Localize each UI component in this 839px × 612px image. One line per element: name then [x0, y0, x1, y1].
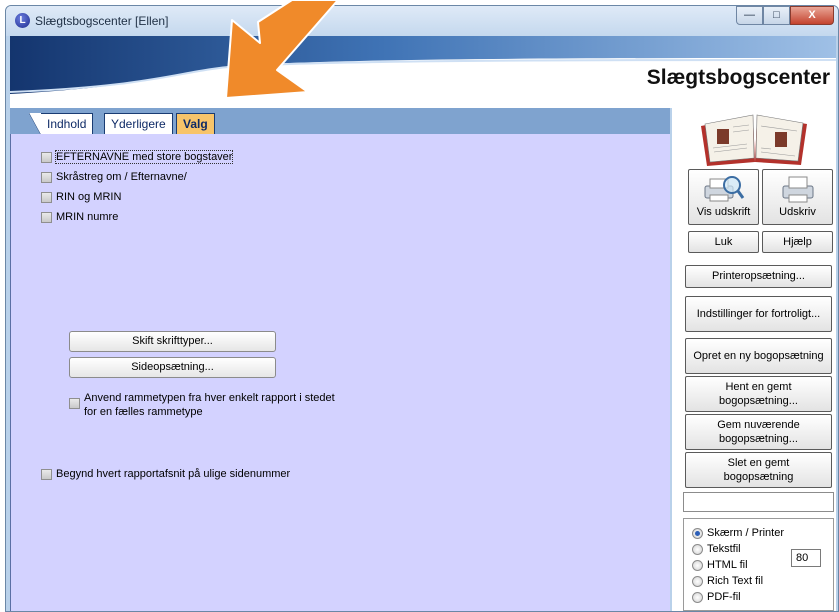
minimize-button[interactable]: —: [736, 6, 763, 25]
checkbox[interactable]: [69, 398, 80, 409]
privacy-settings-button[interactable]: Indstillinger for fortroligt...: [685, 296, 832, 332]
tab-strip: Indhold Yderligere Valg: [10, 108, 670, 135]
radio-button[interactable]: [692, 527, 703, 539]
checkbox[interactable]: [41, 212, 52, 223]
title-bar[interactable]: L Slægtsbogscenter [Ellen] — □ X: [6, 6, 838, 36]
checkbox[interactable]: [41, 192, 52, 203]
radio-html-file[interactable]: HTML fil: [692, 559, 748, 571]
printer-setup-button[interactable]: Printeropsætning...: [685, 265, 832, 288]
status-field: [683, 492, 834, 512]
checkbox-row-rin-mrin[interactable]: RIN og MRIN: [41, 191, 121, 203]
radio-screen-printer[interactable]: Skærm / Printer: [692, 527, 784, 539]
print-label: Udskriv: [779, 206, 816, 218]
caption-buttons: — □ X: [736, 6, 834, 26]
checkbox-row-surnames-caps[interactable]: EFTERNAVNE med store bogstaver: [41, 150, 234, 164]
print-preview-button[interactable]: Vis udskrift: [688, 169, 759, 225]
radio-button[interactable]: [692, 543, 703, 555]
radio-label: Skærm / Printer: [707, 527, 785, 539]
checkbox-label: Begynd hvert rapportafsnit på ulige side…: [56, 468, 291, 480]
radio-button[interactable]: [692, 575, 703, 587]
radio-label: Tekstfil: [707, 543, 741, 555]
checkbox-label: Anvend rammetypen fra hver enkelt rappor…: [84, 392, 335, 418]
width-input[interactable]: [791, 549, 821, 567]
radio-label: HTML fil: [707, 559, 748, 571]
printer-magnifier-icon: [704, 176, 744, 202]
checkbox-label: RIN og MRIN: [56, 191, 122, 203]
load-book-setup-button[interactable]: Hent en gemt bogopsætning...: [685, 376, 832, 412]
print-button[interactable]: Udskriv: [762, 169, 833, 225]
maximize-button[interactable]: □: [763, 6, 790, 25]
delete-book-setup-button[interactable]: Slet en gemt bogopsætning: [685, 452, 832, 488]
radio-button[interactable]: [692, 591, 703, 603]
close-button[interactable]: Luk: [688, 231, 759, 253]
side-pane: Vis udskrift Udskriv Luk Hjælp Printerop…: [672, 108, 836, 611]
checkbox[interactable]: [41, 152, 52, 163]
checkbox[interactable]: [41, 172, 52, 183]
page-setup-button[interactable]: Sideopsætning...: [69, 357, 276, 378]
header-banner: Slægtsbogscenter: [10, 36, 836, 108]
window-title: Slægtsbogscenter [Ellen]: [35, 14, 169, 28]
checkbox-row-odd-page[interactable]: Begynd hvert rapportafsnit på ulige side…: [41, 468, 290, 480]
close-window-button[interactable]: X: [790, 6, 834, 25]
app-icon[interactable]: L: [15, 13, 30, 28]
banner-title: Slægtsbogscenter: [646, 66, 830, 89]
new-book-setup-button[interactable]: Opret en ny bogopsætning: [685, 338, 832, 374]
checkbox-label: Skråstreg om / Efternavne/: [56, 171, 187, 183]
tab-valg[interactable]: Valg: [176, 113, 215, 134]
radio-text-file[interactable]: Tekstfil: [692, 543, 741, 555]
open-book-icon: [701, 114, 807, 166]
checkbox-row-mrin-numbers[interactable]: MRIN numre: [41, 211, 118, 223]
radio-rich-text-file[interactable]: Rich Text fil: [692, 575, 763, 587]
options-panel: EFTERNAVNE med store bogstaver Skråstreg…: [10, 134, 670, 611]
output-options-group: Skærm / Printer Tekstfil HTML fil Rich T…: [683, 518, 834, 611]
checkbox-row-frame-type[interactable]: Anvend rammetypen fra hver enkelt rappor…: [69, 391, 349, 419]
checkbox-label: MRIN numre: [56, 211, 119, 223]
radio-pdf-file[interactable]: PDF-fil: [692, 591, 741, 603]
checkbox[interactable]: [41, 469, 52, 480]
print-preview-label: Vis udskrift: [696, 206, 751, 218]
radio-label: Rich Text fil: [707, 575, 764, 587]
tab-indhold[interactable]: Indhold: [28, 113, 94, 135]
app-window: L Slægtsbogscenter [Ellen] — □ X Slægtsb…: [5, 5, 839, 612]
printer-icon: [782, 176, 813, 203]
help-button[interactable]: Hjælp: [762, 231, 833, 253]
radio-label: PDF-fil: [707, 591, 741, 603]
change-fonts-button[interactable]: Skift skrifttyper...: [69, 331, 276, 352]
checkbox-row-slash-surnames[interactable]: Skråstreg om / Efternavne/: [41, 171, 187, 183]
tab-yderligere[interactable]: Yderligere: [104, 113, 173, 134]
checkbox-label: EFTERNAVNE med store bogstaver: [54, 150, 234, 164]
save-book-setup-button[interactable]: Gem nuværende bogopsætning...: [685, 414, 832, 450]
radio-button[interactable]: [692, 559, 703, 571]
